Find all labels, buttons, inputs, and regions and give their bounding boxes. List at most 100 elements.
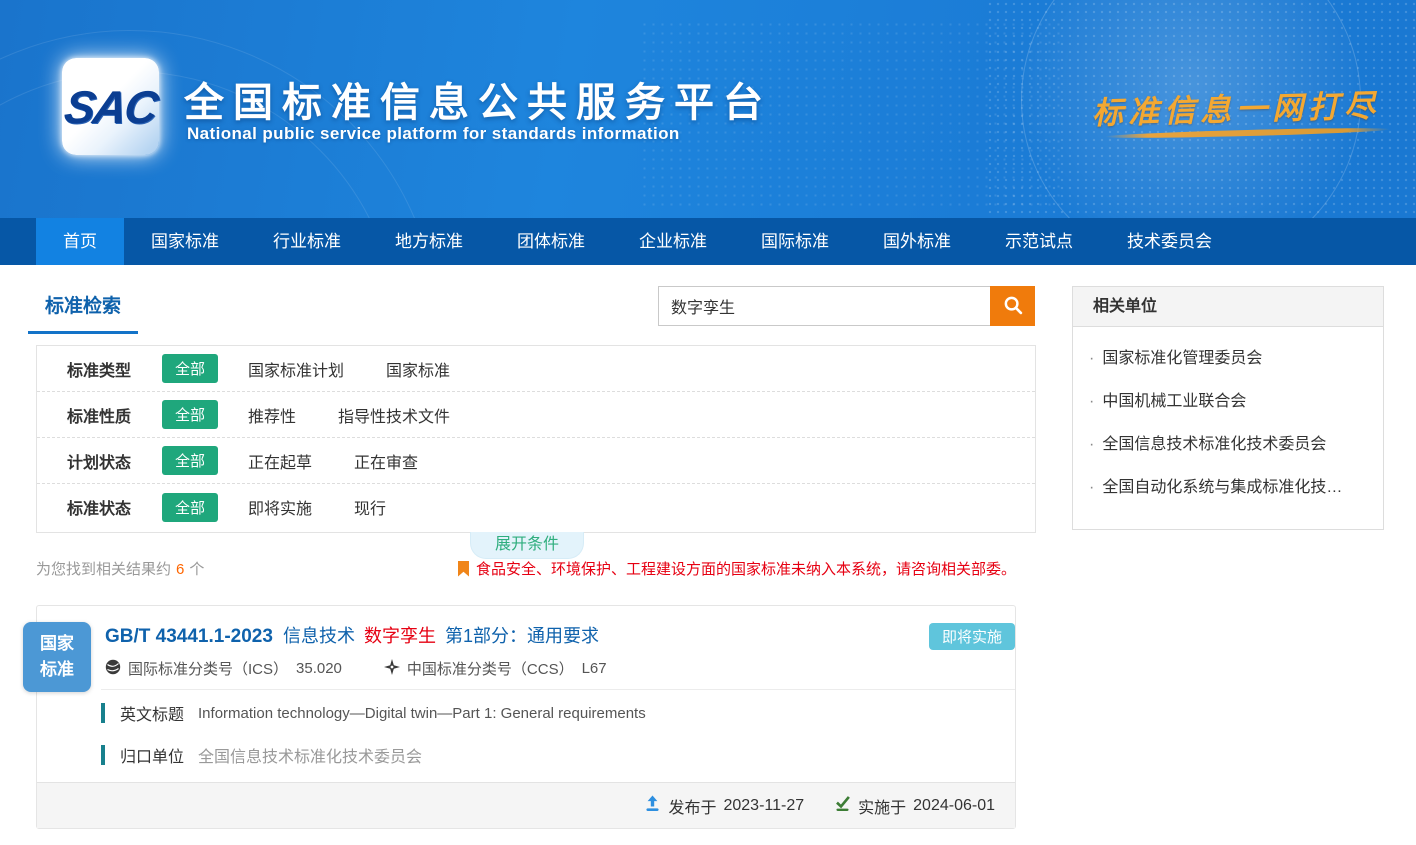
section-title-standard-search: 标准检索 bbox=[28, 291, 138, 334]
search-input[interactable] bbox=[658, 286, 990, 326]
standard-type-badge: 国家 标准 bbox=[23, 622, 91, 692]
field-accent-bar bbox=[101, 703, 105, 723]
sidebar-item-sac[interactable]: · 国家标准化管理委员会 bbox=[1073, 337, 1383, 380]
filter-label: 标准状态 bbox=[67, 495, 162, 519]
nav-item-international-standards[interactable]: 国际标准 bbox=[734, 218, 856, 265]
published-date-group: 发布于 2023-11-27 bbox=[644, 794, 804, 818]
standard-title-part[interactable]: 第1部分：通用要求 bbox=[445, 622, 599, 648]
main-nav: 首页 国家标准 行业标准 地方标准 团体标准 企业标准 国际标准 国外标准 示范… bbox=[0, 218, 1416, 265]
compass-icon bbox=[384, 659, 407, 679]
ccs-value: L67 bbox=[582, 660, 607, 677]
filter-option[interactable]: 指导性技术文件 bbox=[338, 403, 450, 427]
sidebar-title: 相关单位 bbox=[1073, 287, 1383, 327]
sidebar-item-machinery-federation[interactable]: · 中国机械工业联合会 bbox=[1073, 380, 1383, 423]
search-button[interactable] bbox=[990, 286, 1035, 326]
sidebar-item-label[interactable]: 国家标准化管理委员会 bbox=[1102, 350, 1262, 367]
filter-all-button[interactable]: 全部 bbox=[162, 493, 218, 522]
card-divider bbox=[101, 689, 1015, 690]
standard-code[interactable]: GB/T 43441.1-2023 bbox=[105, 626, 273, 648]
sidebar-item-label[interactable]: 全国信息技术标准化技术委员会 bbox=[1102, 436, 1326, 453]
nav-item-industry-standards[interactable]: 行业标准 bbox=[246, 218, 368, 265]
standard-title-link[interactable]: GB/T 43441.1-2023 信息技术 数字孪生 第1部分：通用要求 bbox=[105, 622, 608, 648]
standard-title-highlight[interactable]: 数字孪生 bbox=[364, 622, 436, 648]
result-count-suffix: 个 bbox=[189, 561, 204, 578]
published-label: 发布于 bbox=[668, 794, 716, 818]
bullet: · bbox=[1089, 479, 1094, 496]
bullet: · bbox=[1089, 436, 1094, 453]
field-label: 英文标题 bbox=[120, 701, 184, 725]
filter-all-button[interactable]: 全部 bbox=[162, 400, 218, 429]
globe-icon bbox=[105, 659, 128, 679]
nav-item-technical-committee[interactable]: 技术委员会 bbox=[1100, 218, 1239, 265]
filter-row-plan-status: 计划状态 全部 正在起草 正在审查 bbox=[37, 438, 1035, 484]
expand-conditions-button[interactable]: 展开条件 bbox=[470, 532, 584, 559]
bullet: · bbox=[1089, 350, 1094, 367]
ccs-label: 中国标准分类号（CCS） bbox=[407, 658, 574, 679]
related-organizations-panel: 相关单位 · 国家标准化管理委员会 · 中国机械工业联合会 · 全国信息技术标准化技术… bbox=[1072, 286, 1384, 530]
field-value: 全国信息技术标准化技术委员会 bbox=[198, 743, 422, 767]
search-box bbox=[658, 286, 1035, 326]
result-count: 为您找到相关结果约 6个 bbox=[36, 558, 204, 579]
nav-item-pilot[interactable]: 示范试点 bbox=[978, 218, 1100, 265]
filter-label: 标准类型 bbox=[67, 357, 162, 381]
published-date: 2023-11-27 bbox=[723, 797, 804, 815]
sidebar-item-label[interactable]: 中国机械工业联合会 bbox=[1102, 393, 1246, 410]
ics-value: 35.020 bbox=[296, 660, 342, 677]
filter-all-button[interactable]: 全部 bbox=[162, 354, 218, 383]
result-count-prefix: 为您找到相关结果约 bbox=[36, 561, 171, 578]
card-footer: 发布于 2023-11-27 实施于 2024-06-01 bbox=[37, 782, 1015, 828]
nav-item-home[interactable]: 首页 bbox=[36, 218, 124, 265]
bookmark-icon bbox=[458, 561, 469, 577]
filter-option[interactable]: 现行 bbox=[354, 495, 386, 519]
filter-option[interactable]: 即将实施 bbox=[248, 495, 312, 519]
field-label: 归口单位 bbox=[120, 743, 184, 767]
site-subtitle: National public service platform for sta… bbox=[187, 124, 680, 144]
header-slogan: 标准信息一网打尽 bbox=[1091, 80, 1380, 133]
main-content: 标准检索 标准类型 全部 国家标准计划 国家标准 标准性质 全部 推荐性 指导性… bbox=[0, 265, 1416, 845]
sidebar-item-label[interactable]: 全国自动化系统与集成标准化技… bbox=[1102, 479, 1342, 496]
notice-text: 食品安全、环境保护、工程建设方面的国家标准未纳入本系统，请咨询相关部委。 bbox=[476, 558, 1016, 579]
nav-item-group-standards[interactable]: 团体标准 bbox=[490, 218, 612, 265]
publish-icon bbox=[644, 795, 668, 817]
sidebar-item-it-committee[interactable]: · 全国信息技术标准化技术委员会 bbox=[1073, 423, 1383, 466]
sac-logo: SAC bbox=[62, 58, 159, 155]
field-value: Information technology—Digital twin—Part… bbox=[198, 705, 646, 722]
english-title-row: 英文标题 Information technology—Digital twin… bbox=[101, 701, 646, 725]
implement-check-icon bbox=[834, 795, 858, 817]
results-meta-line: 为您找到相关结果约 6个 食品安全、环境保护、工程建设方面的国家标准未纳入本系统，… bbox=[36, 558, 1016, 579]
implemented-date: 2024-06-01 bbox=[913, 797, 995, 815]
filter-row-standard-nature: 标准性质 全部 推荐性 指导性技术文件 bbox=[37, 392, 1035, 438]
committee-row: 归口单位 全国信息技术标准化技术委员会 bbox=[101, 743, 422, 767]
standard-title-part[interactable]: 信息技术 bbox=[283, 622, 355, 648]
implemented-label: 实施于 bbox=[858, 794, 906, 818]
filter-option[interactable]: 国家标准 bbox=[386, 357, 450, 381]
filter-option[interactable]: 推荐性 bbox=[248, 403, 296, 427]
filter-row-standard-status: 标准状态 全部 即将实施 现行 bbox=[37, 484, 1035, 530]
nav-item-enterprise-standards[interactable]: 企业标准 bbox=[612, 218, 734, 265]
bullet: · bbox=[1089, 393, 1094, 410]
badge-line2: 标准 bbox=[40, 657, 74, 683]
nav-item-foreign-standards[interactable]: 国外标准 bbox=[856, 218, 978, 265]
sidebar-list: · 国家标准化管理委员会 · 中国机械工业联合会 · 全国信息技术标准化技术委员会 ·… bbox=[1073, 327, 1383, 509]
filter-option[interactable]: 正在起草 bbox=[248, 449, 312, 473]
system-notice: 食品安全、环境保护、工程建设方面的国家标准未纳入本系统，请咨询相关部委。 bbox=[458, 558, 1016, 579]
filter-option[interactable]: 国家标准计划 bbox=[248, 357, 344, 381]
nav-item-national-standards[interactable]: 国家标准 bbox=[124, 218, 246, 265]
filter-panel: 标准类型 全部 国家标准计划 国家标准 标准性质 全部 推荐性 指导性技术文件 … bbox=[36, 345, 1036, 533]
badge-line1: 国家 bbox=[40, 631, 74, 657]
standard-result-card: 国家 标准 GB/T 43441.1-2023 信息技术 数字孪生 第1部分：通… bbox=[36, 605, 1016, 829]
filter-all-button[interactable]: 全部 bbox=[162, 446, 218, 475]
implemented-date-group: 实施于 2024-06-01 bbox=[834, 794, 995, 818]
site-header: SAC 全国标准信息公共服务平台 National public service… bbox=[0, 0, 1416, 218]
site-title: 全国标准信息公共服务平台 bbox=[184, 70, 772, 128]
sac-logo-text: SAC bbox=[61, 80, 160, 134]
filter-label: 计划状态 bbox=[67, 449, 162, 473]
classification-row: 国际标准分类号（ICS） 35.020 中国标准分类号（CCS） L67 bbox=[105, 658, 607, 679]
filter-label: 标准性质 bbox=[67, 403, 162, 427]
filter-option[interactable]: 正在审查 bbox=[354, 449, 418, 473]
nav-item-local-standards[interactable]: 地方标准 bbox=[368, 218, 490, 265]
sidebar-item-automation-committee[interactable]: · 全国自动化系统与集成标准化技… bbox=[1073, 466, 1383, 509]
status-badge: 即将实施 bbox=[929, 623, 1015, 650]
ics-label: 国际标准分类号（ICS） bbox=[128, 658, 288, 679]
result-count-number: 6 bbox=[176, 561, 184, 578]
